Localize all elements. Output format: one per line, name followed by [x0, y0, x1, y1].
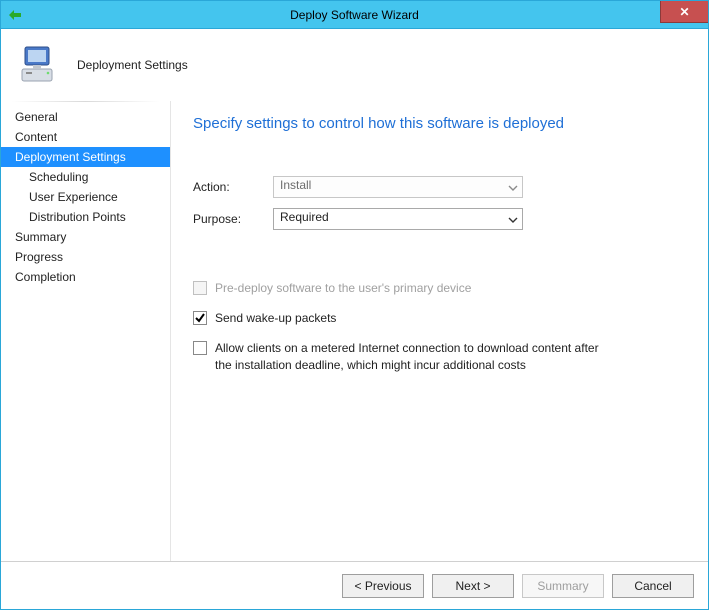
action-select: Install: [273, 176, 523, 198]
sidebar-item-scheduling[interactable]: Scheduling: [1, 167, 170, 187]
app-icon: [1, 8, 29, 22]
sidebar-item-deployment-settings[interactable]: Deployment Settings: [1, 147, 170, 167]
sidebar-item-progress[interactable]: Progress: [1, 247, 170, 267]
sidebar-item-completion[interactable]: Completion: [1, 267, 170, 287]
previous-button[interactable]: < Previous: [342, 574, 424, 598]
close-icon: ✕: [679, 5, 689, 19]
chevron-down-icon: [508, 212, 518, 226]
wizard-header: Deployment Settings: [1, 29, 708, 101]
sidebar-item-content[interactable]: Content: [1, 127, 170, 147]
check-icon: [194, 312, 206, 324]
metered-option[interactable]: Allow clients on a metered Internet conn…: [193, 340, 686, 372]
content-pane: Specify settings to control how this sof…: [171, 101, 708, 561]
action-row: Action: Install: [193, 176, 686, 198]
predeploy-label: Pre-deploy software to the user's primar…: [215, 280, 471, 296]
sidebar-item-summary[interactable]: Summary: [1, 227, 170, 247]
header-subtitle: Deployment Settings: [77, 58, 188, 72]
cancel-button[interactable]: Cancel: [612, 574, 694, 598]
purpose-value: Required: [280, 210, 329, 224]
summary-button: Summary: [522, 574, 604, 598]
wizard-body: General Content Deployment Settings Sche…: [1, 101, 708, 561]
content-heading: Specify settings to control how this sof…: [193, 115, 686, 132]
chevron-down-icon: [508, 180, 518, 194]
sidebar-item-user-experience[interactable]: User Experience: [1, 187, 170, 207]
title-bar: Deploy Software Wizard ✕: [1, 1, 708, 29]
sidebar-item-distribution-points[interactable]: Distribution Points: [1, 207, 170, 227]
sidebar-item-general[interactable]: General: [1, 107, 170, 127]
wakeup-label: Send wake-up packets: [215, 310, 336, 326]
purpose-row: Purpose: Required: [193, 208, 686, 230]
next-button[interactable]: Next >: [432, 574, 514, 598]
close-button[interactable]: ✕: [660, 1, 708, 23]
purpose-select[interactable]: Required: [273, 208, 523, 230]
sidebar: General Content Deployment Settings Sche…: [1, 101, 171, 561]
metered-label: Allow clients on a metered Internet conn…: [215, 340, 615, 372]
action-value: Install: [280, 178, 311, 192]
wizard-window: Deploy Software Wizard ✕ Deployment Sett…: [0, 0, 709, 610]
metered-checkbox[interactable]: [193, 341, 207, 355]
action-label: Action:: [193, 180, 273, 194]
wizard-footer: < Previous Next > Summary Cancel: [1, 561, 708, 609]
window-title: Deploy Software Wizard: [1, 8, 708, 22]
purpose-label: Purpose:: [193, 212, 273, 226]
predeploy-checkbox: [193, 281, 207, 295]
predeploy-option: Pre-deploy software to the user's primar…: [193, 280, 686, 296]
wakeup-checkbox[interactable]: [193, 311, 207, 325]
wakeup-option[interactable]: Send wake-up packets: [193, 310, 686, 326]
computer-icon: [19, 43, 63, 87]
